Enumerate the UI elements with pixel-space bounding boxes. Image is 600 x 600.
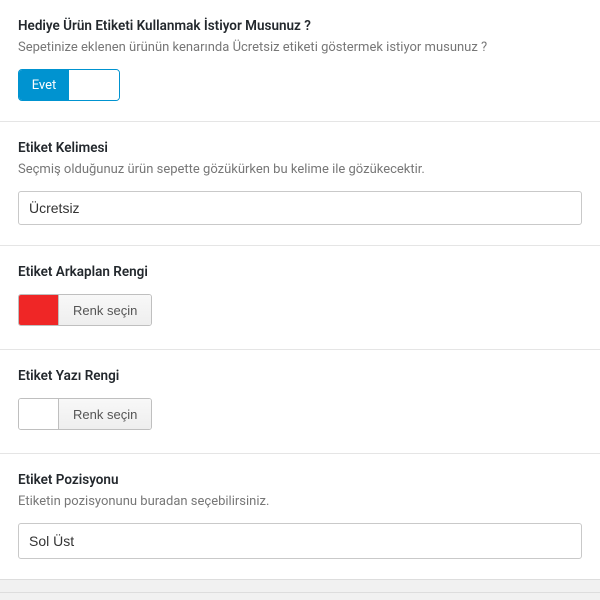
label-word-title: Etiket Kelimesi — [18, 140, 582, 156]
bg-color-picker[interactable]: Renk seçin — [18, 294, 152, 326]
bg-color-title: Etiket Arkaplan Rengi — [18, 264, 582, 280]
bg-color-swatch — [19, 295, 59, 325]
text-color-swatch — [19, 399, 59, 429]
text-color-title: Etiket Yazı Rengi — [18, 368, 582, 384]
bg-color-section: Etiket Arkaplan Rengi Renk seçin — [0, 246, 600, 350]
text-color-picker[interactable]: Renk seçin — [18, 398, 152, 430]
position-select-wrap — [18, 523, 582, 559]
position-section: Etiket Pozisyonu Etiketin pozisyonunu bu… — [0, 454, 600, 579]
text-color-section: Etiket Yazı Rengi Renk seçin — [0, 350, 600, 454]
toggle-off-side — [69, 70, 119, 100]
position-select[interactable] — [18, 523, 582, 559]
position-title: Etiket Pozisyonu — [18, 472, 582, 488]
toggle-on-label: Evet — [19, 70, 69, 100]
bottom-divider — [0, 579, 600, 593]
position-desc: Etiketin pozisyonunu buradan seçebilirsi… — [18, 494, 582, 509]
gift-tag-toggle[interactable]: Evet — [18, 69, 120, 101]
gift-tag-section: Hediye Ürün Etiketi Kullanmak İstiyor Mu… — [0, 0, 600, 122]
label-word-input[interactable] — [18, 191, 582, 225]
gift-tag-title: Hediye Ürün Etiketi Kullanmak İstiyor Mu… — [18, 18, 582, 34]
label-word-desc: Seçmiş olduğunuz ürün sepette gözükürken… — [18, 162, 582, 177]
label-word-section: Etiket Kelimesi Seçmiş olduğunuz ürün se… — [0, 122, 600, 246]
gift-tag-desc: Sepetinize eklenen ürünün kenarında Ücre… — [18, 40, 582, 55]
text-color-button[interactable]: Renk seçin — [59, 399, 151, 429]
settings-panel: Hediye Ürün Etiketi Kullanmak İstiyor Mu… — [0, 0, 600, 579]
bg-color-button[interactable]: Renk seçin — [59, 295, 151, 325]
